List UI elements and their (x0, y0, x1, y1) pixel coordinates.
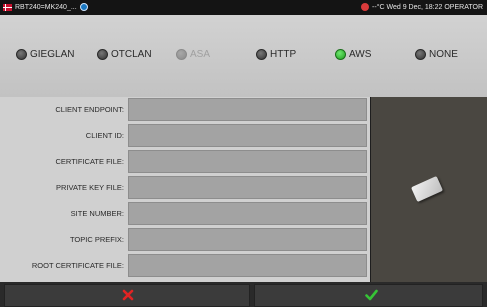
status-left: RBT240=MK240_... (3, 3, 88, 11)
client-id-label: CLIENT ID: (85, 131, 124, 140)
led-icon (415, 49, 426, 60)
mode-label: HTTP (270, 49, 297, 60)
form-row-topic-prefix: TOPIC PREFIX: (0, 227, 370, 252)
status-right: --°C Wed 9 Dec, 18:22 OPERATOR (361, 3, 483, 11)
form-row-site-number: SITE NUMBER: (0, 201, 370, 226)
site-number-field[interactable] (128, 202, 367, 225)
led-icon (335, 49, 346, 60)
root-certificate-file-field[interactable] (128, 254, 367, 277)
mode-label: AWS (349, 49, 372, 60)
led-icon (176, 49, 187, 60)
mode-label: GIEGLAN (30, 49, 75, 60)
form-row-client-id: CLIENT ID: (0, 123, 370, 148)
confirm-button[interactable] (254, 284, 483, 307)
cross-icon (122, 289, 134, 301)
cancel-button[interactable] (4, 284, 250, 307)
form-row-private-key-file: PRIVATE KEY FILE: (0, 175, 370, 200)
mode-label: ASA (190, 49, 211, 60)
mode-label: NONE (429, 49, 458, 60)
alert-icon (361, 3, 370, 11)
connection-mode-bar: GIEGLAN OTCLAN ASA HTTP AWS NONE (0, 15, 487, 97)
site-number-label: SITE NUMBER: (70, 209, 124, 218)
app-icon (79, 3, 88, 11)
client-endpoint-field[interactable] (128, 98, 367, 121)
mode-http[interactable]: HTTP (256, 49, 296, 60)
topic-prefix-field[interactable] (128, 228, 367, 251)
mode-aws[interactable]: AWS (335, 49, 371, 60)
action-bar (0, 282, 487, 307)
flag-icon (3, 3, 12, 11)
client-id-field[interactable] (128, 124, 367, 147)
app-title: RBT240=MK240_... (15, 3, 77, 11)
certificate-file-label: CERTIFICATE FILE: (55, 157, 124, 166)
status-bar: RBT240=MK240_... --°C Wed 9 Dec, 18:22 O… (0, 0, 487, 15)
root-certificate-file-label: ROOT CERTIFICATE FILE: (31, 261, 124, 270)
topic-prefix-label: TOPIC PREFIX: (69, 235, 124, 244)
led-icon (97, 49, 108, 60)
mode-asa: ASA (176, 49, 210, 60)
led-icon (256, 49, 267, 60)
mode-none[interactable]: NONE (415, 49, 458, 60)
form-row-root-certificate-file: ROOT CERTIFICATE FILE: (0, 253, 370, 278)
led-icon (16, 49, 27, 60)
usb-panel[interactable] (371, 97, 487, 282)
checkmark-icon (365, 289, 378, 301)
form-row-client-endpoint: CLIENT ENDPOINT: (0, 97, 370, 122)
certificate-file-field[interactable] (128, 150, 367, 173)
private-key-file-field[interactable] (128, 176, 367, 199)
mode-gieglan[interactable]: GIEGLAN (16, 49, 74, 60)
aws-settings-form: CLIENT ENDPOINT: CLIENT ID: CERTIFICATE … (0, 97, 370, 282)
form-row-certificate-file: CERTIFICATE FILE: (0, 149, 370, 174)
mode-otclan[interactable]: OTCLAN (97, 49, 152, 60)
status-datetime: --°C Wed 9 Dec, 18:22 OPERATOR (372, 3, 483, 11)
usb-stick-icon[interactable] (410, 175, 444, 203)
mode-label: OTCLAN (111, 49, 152, 60)
client-endpoint-label: CLIENT ENDPOINT: (55, 105, 124, 114)
private-key-file-label: PRIVATE KEY FILE: (56, 183, 124, 192)
